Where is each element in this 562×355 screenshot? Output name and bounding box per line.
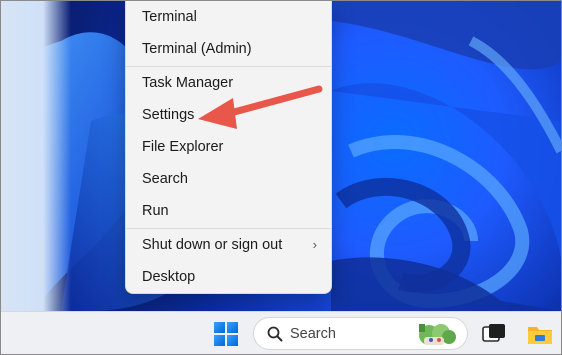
- search-highlight-art-icon: [419, 324, 456, 345]
- screenshot-frame: Terminal Terminal (Admin) Task Manager S…: [0, 0, 562, 355]
- task-view-icon[interactable]: [482, 323, 506, 345]
- taskbar-search-box[interactable]: Search: [253, 317, 468, 350]
- file-explorer-icon[interactable]: [527, 322, 553, 346]
- taskbar: Search: [1, 311, 561, 354]
- search-label: Search: [290, 326, 336, 342]
- windows-start-icon[interactable]: [214, 322, 238, 346]
- search-icon: [267, 326, 283, 342]
- annotation-arrow: [198, 85, 323, 129]
